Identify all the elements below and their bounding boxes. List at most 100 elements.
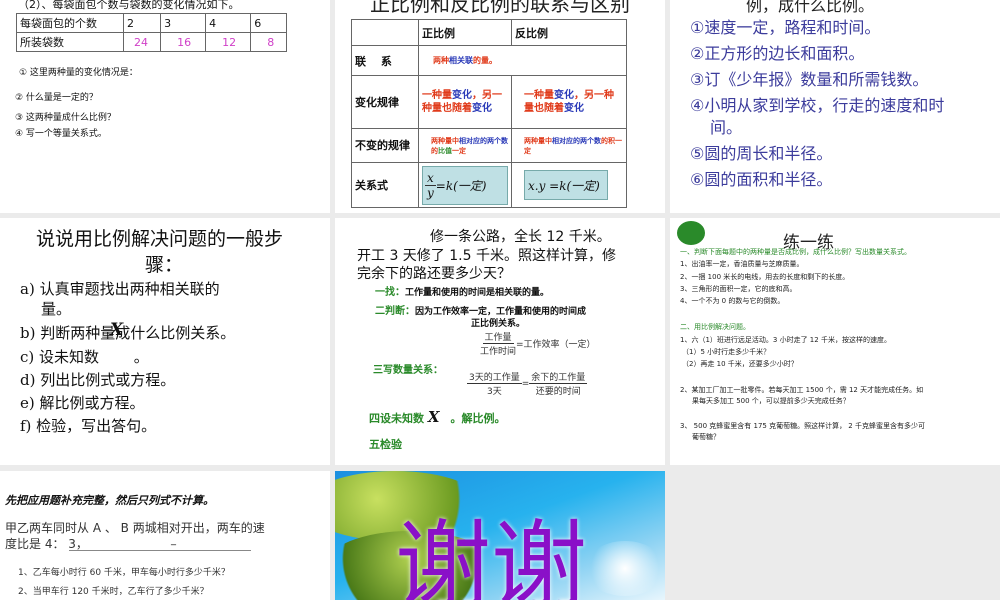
smiley-icon bbox=[677, 221, 705, 245]
table-cell: 两种量中相对应的两个数的积一定 bbox=[511, 128, 627, 163]
x-symbol: X bbox=[427, 408, 440, 426]
list-item: 2、某加工厂加工一批零件。若每天加工 1500 个，需 12 天才能完成任务。如 bbox=[680, 386, 924, 394]
list-item: （1）5 小时行走多少千米？ bbox=[682, 348, 771, 356]
list-item: 果每天多加工 500 个，可以提前多少天完成任务？ bbox=[692, 397, 850, 405]
text: 两种量中 bbox=[524, 136, 552, 145]
slide-thumbnail-7[interactable]: 先把应用题补充完整，然后只列式不计算。 甲乙两车同时从 A 、 B 两城相对开出… bbox=[0, 471, 330, 600]
slide1-heading: （2）、每袋面包个数与袋数的变化情况如下。 bbox=[18, 0, 240, 11]
list-item: 1、六（1）班进行远足活动。3 小时走了 12 千米，按这样的速度。 bbox=[680, 336, 891, 344]
text: 工作量和使用的时间是相关联的量。 bbox=[405, 288, 550, 298]
direct-formula-box: x y =k(一定) bbox=[422, 165, 508, 205]
text: 相对应的两个数 bbox=[459, 136, 508, 145]
text: 一种量 bbox=[524, 90, 554, 101]
list-item: 2、一捆 100 米长的电线，用去的长度和剩下的长度。 bbox=[680, 273, 850, 281]
text: 四设未知数 bbox=[369, 412, 424, 425]
table-cell: 8 bbox=[250, 32, 287, 52]
table-cell: 一种量变化，另一种量也随着变化 bbox=[418, 75, 512, 129]
text: 工作量 bbox=[482, 330, 514, 344]
list-item: 3、三角形的面积一定，它的底和高。 bbox=[680, 285, 797, 293]
list-item: ⑤圆的周长和半径。 bbox=[690, 144, 833, 163]
slide-thumbnail-4[interactable]: 说说用比例解决问题的一般步 骤： a) 认真审题找出两种相关联的 量。 b) 判… bbox=[0, 218, 330, 465]
text: 3天 bbox=[487, 387, 502, 397]
slide4-title: 骤： bbox=[145, 254, 184, 276]
table-cell bbox=[351, 19, 419, 46]
list-item: （2）再走 10 千米，还要多少小时？ bbox=[682, 360, 798, 368]
table-cell: 两种相关联的量。 bbox=[418, 45, 627, 76]
list-item: ③订《少年报》数量和所需钱数。 bbox=[690, 70, 929, 89]
table-cell: 联 系 bbox=[351, 45, 419, 76]
problem-text: 开工 3 天修了 1.5 千米。照这样计算，修 bbox=[357, 248, 616, 264]
table-cell: 不变的规律 bbox=[351, 128, 419, 163]
table-cell: 4 bbox=[205, 13, 252, 33]
slide-thumbnail-2[interactable]: 正比例和反比例的联系与区别 正比例 反比例 联 系两种相关联的量。 变化规律 一种… bbox=[335, 0, 665, 213]
text: 变化 bbox=[472, 103, 492, 114]
list-item: 葡萄糖？ bbox=[692, 433, 720, 441]
text: 工作时间 bbox=[480, 347, 517, 357]
question: ④ 写一个等量关系式。 bbox=[15, 129, 107, 139]
slide-thumbnail-6[interactable]: 练一练 一、判断下面每题中的两种量是否成比例，成什么比例？写出数量关系式。 1、… bbox=[670, 218, 1000, 465]
slide2-title: 正比例和反比例的联系与区别 bbox=[370, 0, 630, 16]
text: 的 bbox=[431, 146, 438, 155]
text: 两种量中 bbox=[431, 136, 459, 145]
slide-thumbnail-5[interactable]: 修一条公路，全长 12 千米。 开工 3 天修了 1.5 千米。照这样计算，修 … bbox=[335, 218, 665, 465]
table-cell: 两种量中相对应的两个数的比值一定 bbox=[418, 128, 512, 163]
table-cell: 6 bbox=[250, 13, 287, 33]
problem-text: 修一条公路，全长 12 千米。 bbox=[430, 229, 611, 245]
slide-thumbnail-3[interactable]: 例，成什么比例。 ①速度一定，路程和时间。 ②正方形的边长和面积。 ③订《少年报… bbox=[670, 0, 1000, 213]
question: 2、当甲车行 120 千米时，乙车行了多少千米？ bbox=[18, 587, 209, 597]
list-item: 间。 bbox=[710, 118, 743, 137]
table-cell: 每袋面包的个数 bbox=[16, 13, 124, 33]
cloud bbox=[585, 541, 665, 596]
text: 还要的时间 bbox=[535, 387, 581, 397]
table-cell: 正比例 bbox=[418, 19, 512, 46]
slide-thumbnail-1[interactable]: （2）、每袋面包个数与袋数的变化情况如下。 每袋面包的个数 2 3 4 6 所装袋数 24… bbox=[0, 0, 330, 213]
text: 3天的工作量 bbox=[467, 370, 522, 384]
answer-blank: _ bbox=[69, 535, 251, 551]
problem-text: 甲乙两车同时从 A 、 B 两城相对开出，两车的速 bbox=[5, 521, 265, 535]
table-cell: 2 bbox=[122, 13, 162, 33]
question: ① 这里两种量的变化情况是： bbox=[19, 68, 138, 78]
section-heading: 二、用比例解决问题。 bbox=[680, 323, 750, 331]
slide7-title: 先把应用题补充完整，然后只列式不计算。 bbox=[5, 494, 214, 507]
table-cell: 16 bbox=[160, 32, 207, 52]
step-3: 三写数量关系： bbox=[373, 365, 443, 376]
text: = bbox=[521, 378, 530, 389]
question: ② 什么量是一定的？ bbox=[15, 93, 98, 103]
thank-you-text: 谢谢 bbox=[395, 510, 587, 600]
table-cell: 所装袋数 bbox=[16, 32, 124, 52]
text: 变化 bbox=[564, 103, 584, 114]
slide-thumbnail-8[interactable]: 谢谢 bbox=[335, 471, 665, 600]
comparison-table: 正比例 反比例 联 系两种相关联的量。 变化规律 一种量变化，另一种量也随着变化 … bbox=[351, 19, 627, 208]
text: 一种量 bbox=[422, 90, 452, 101]
list-item: ④小明从家到学校，行走的速度和时 bbox=[690, 96, 945, 115]
table-cell: 关系式 bbox=[351, 162, 419, 208]
list-item: 1、出油率一定，香油质量与芝麻质量。 bbox=[680, 260, 804, 268]
problem-text: 完余下的路还要多少天？ bbox=[357, 266, 511, 282]
text: 一找： bbox=[375, 287, 405, 298]
text: 一定 bbox=[452, 146, 466, 155]
step-item: b) 判断两种量成什么比例关系。 bbox=[20, 324, 236, 342]
step-item: e) 解比例或方程。 bbox=[20, 394, 145, 412]
slide4-title: 说说用比例解决问题的一般步 bbox=[36, 228, 284, 250]
list-item: ②正方形的边长和面积。 bbox=[690, 44, 865, 63]
step-4: 四设未知数 X 。解比例。 bbox=[369, 408, 505, 426]
text: x bbox=[425, 170, 436, 186]
text: 变化 bbox=[452, 90, 472, 101]
text: 。解比例。 bbox=[450, 412, 506, 425]
table-cell: 24 bbox=[122, 32, 162, 52]
text: 比值 bbox=[438, 146, 452, 155]
text: 正比例关系。 bbox=[471, 319, 526, 329]
text: 相关联 bbox=[449, 56, 473, 65]
text: y bbox=[427, 185, 434, 200]
slide1-table: 每袋面包的个数 2 3 4 6 所装袋数 24 16 12 8 bbox=[16, 13, 287, 52]
table-cell: x.y =k(一定) bbox=[511, 162, 627, 208]
text: =k(一定) bbox=[435, 178, 487, 193]
text: 变化 bbox=[554, 90, 574, 101]
table-cell: 变化规律 bbox=[351, 75, 419, 129]
text: =工作效率（一定） bbox=[516, 340, 596, 350]
step-2: 二判断：因为工作效率一定，工作量和使用的时间成 bbox=[375, 302, 586, 317]
text: 相对应的两个数 bbox=[552, 136, 601, 145]
text: 余下的工作量 bbox=[529, 370, 588, 384]
step-item: d) 列出比例式或方程。 bbox=[20, 371, 176, 389]
x-symbol: X bbox=[110, 320, 124, 340]
